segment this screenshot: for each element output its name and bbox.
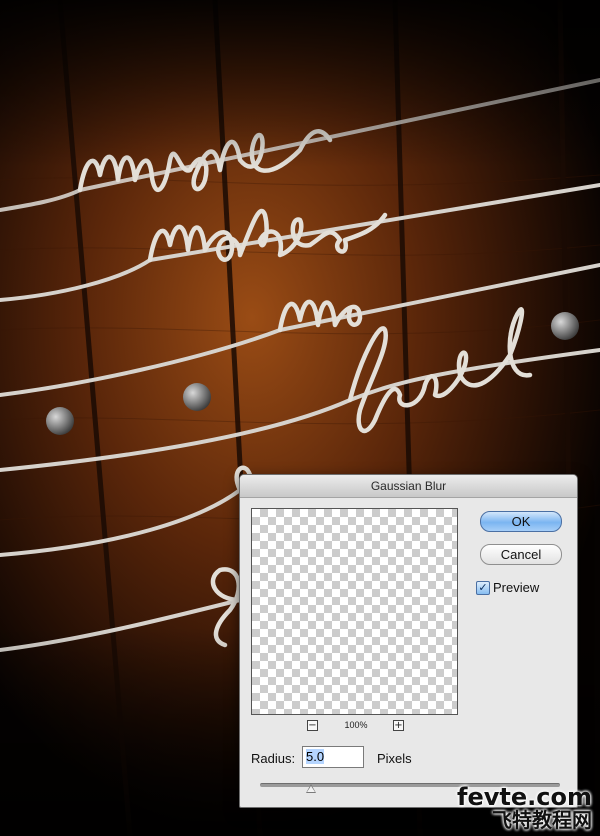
zoom-out-button[interactable]: −	[307, 720, 318, 731]
zoom-in-button[interactable]: +	[393, 720, 404, 731]
radius-label: Radius:	[251, 751, 296, 766]
zoom-level-readout: 100%	[344, 720, 368, 730]
gaussian-blur-dialog: Gaussian Blur − 100% + OK Cancel ✓ Previ…	[239, 474, 578, 808]
site-watermark: fevte.com 飞特教程网	[457, 785, 592, 831]
blur-preview-pane[interactable]	[251, 508, 458, 715]
screenshot-stage: Gaussian Blur − 100% + OK Cancel ✓ Previ…	[0, 0, 600, 836]
watermark-domain: fevte.com	[457, 783, 592, 811]
radius-slider-thumb[interactable]	[306, 784, 316, 793]
ok-button[interactable]: OK	[480, 511, 562, 532]
radius-input[interactable]: 5.0	[302, 746, 364, 768]
radius-unit-label: Pixels	[377, 751, 412, 766]
checkmark-icon: ✓	[478, 581, 488, 594]
radius-value-text: 5.0	[306, 749, 325, 764]
preview-label: Preview	[493, 580, 540, 595]
preview-checkbox[interactable]: ✓	[476, 581, 490, 595]
dialog-title[interactable]: Gaussian Blur	[240, 475, 577, 498]
cancel-button[interactable]: Cancel	[480, 544, 562, 565]
watermark-chinese-name: 飞特教程网	[492, 808, 592, 832]
